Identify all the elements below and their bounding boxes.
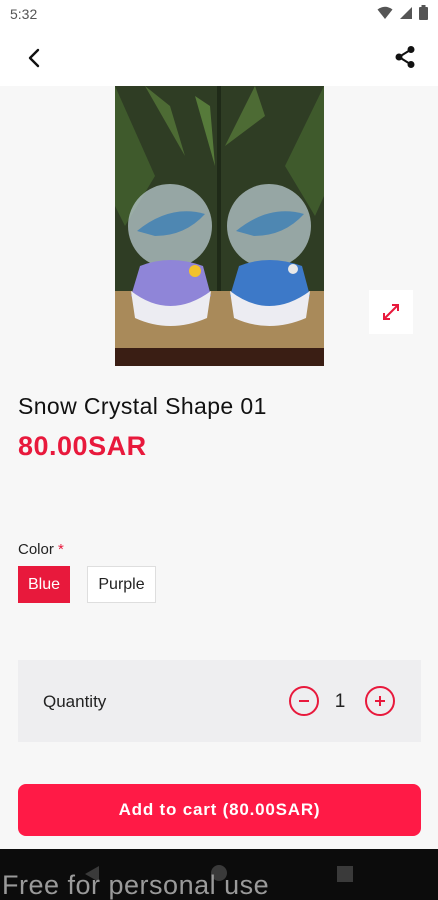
quantity-value: 1 bbox=[334, 691, 346, 712]
battery-icon bbox=[419, 5, 428, 20]
quantity-label: Quantity bbox=[43, 692, 107, 711]
color-option-label: Color * bbox=[18, 541, 64, 558]
product-title: Snow Crystal Shape 01 bbox=[18, 393, 267, 419]
snow-globes-photo bbox=[115, 86, 324, 366]
nav-recents-icon[interactable] bbox=[337, 866, 353, 882]
expand-icon bbox=[383, 304, 399, 320]
expand-image-button[interactable] bbox=[369, 290, 413, 334]
back-button[interactable] bbox=[20, 44, 48, 72]
minus-icon bbox=[299, 700, 309, 702]
plus-icon bbox=[375, 696, 385, 706]
back-arrow-icon bbox=[28, 48, 40, 68]
quantity-decrease-button[interactable] bbox=[289, 686, 319, 716]
color-label-text: Color bbox=[18, 541, 54, 558]
product-price: 80.00SAR bbox=[18, 431, 147, 461]
quantity-panel: Quantity 1 bbox=[18, 660, 421, 742]
product-image[interactable] bbox=[115, 86, 324, 366]
signal-icon bbox=[400, 6, 412, 19]
watermark-text: Free for personal use bbox=[2, 870, 270, 900]
product-gallery bbox=[0, 86, 438, 366]
color-chip-purple[interactable]: Purple bbox=[87, 566, 156, 603]
status-icons bbox=[377, 5, 428, 20]
top-app-bar bbox=[0, 28, 438, 86]
status-time: 5:32 bbox=[10, 6, 38, 22]
required-marker: * bbox=[58, 541, 64, 558]
share-icon bbox=[395, 46, 415, 68]
color-chip-blue[interactable]: Blue bbox=[18, 566, 70, 603]
add-to-cart-button[interactable]: Add to cart (80.00SAR) bbox=[18, 784, 421, 836]
share-button[interactable] bbox=[390, 42, 420, 72]
quantity-increase-button[interactable] bbox=[365, 686, 395, 716]
status-bar: 5:32 bbox=[0, 0, 438, 28]
wifi-icon bbox=[377, 6, 393, 19]
